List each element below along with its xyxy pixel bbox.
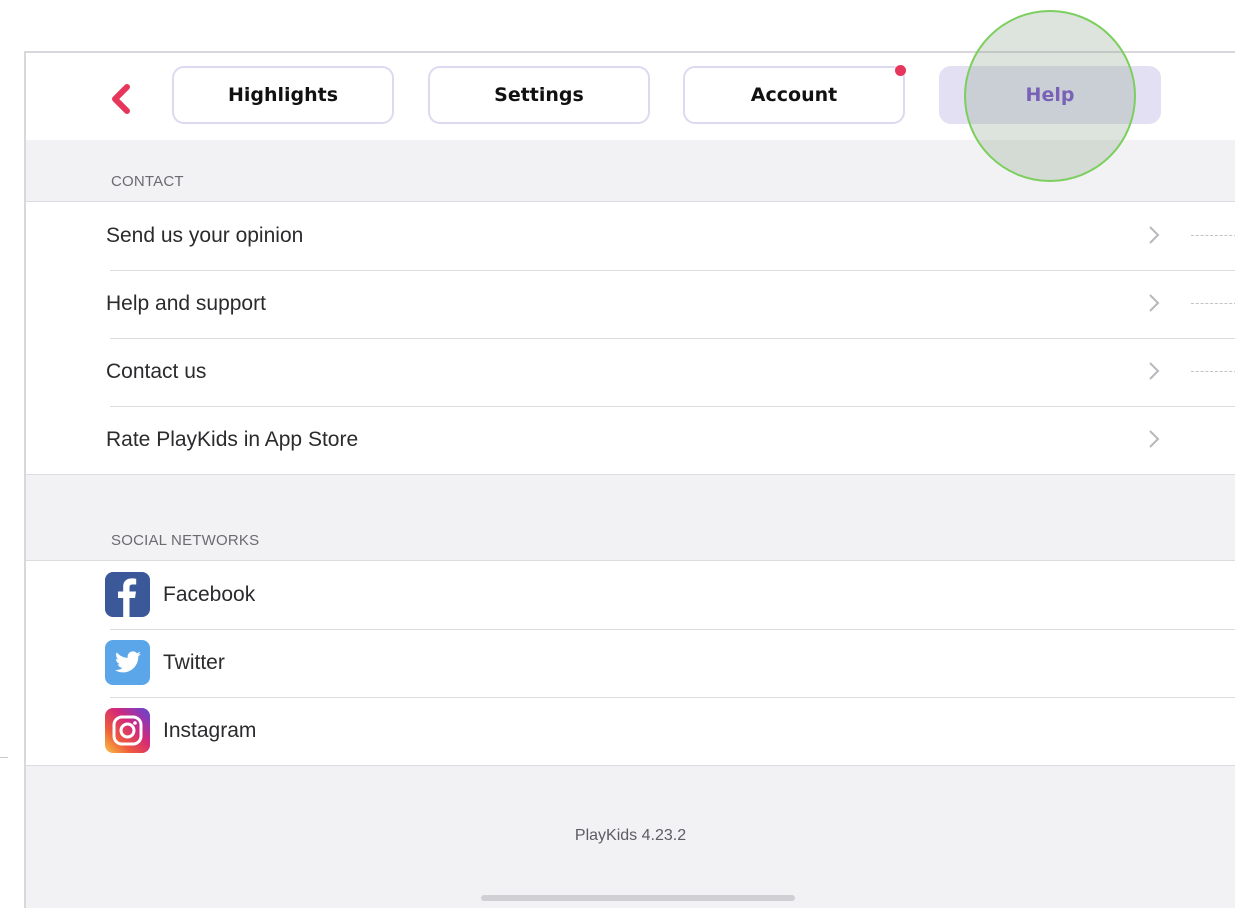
- list-item-rate-app[interactable]: Rate PlayKids in App Store: [26, 406, 1235, 474]
- list-item-contact-us[interactable]: Contact us: [26, 338, 1235, 406]
- notification-dot: [895, 65, 906, 76]
- home-indicator[interactable]: [481, 895, 795, 901]
- app-window: Highlights Settings Account Help CONTACT…: [24, 51, 1235, 908]
- instagram-icon: [105, 708, 150, 753]
- top-navigation-bar: Highlights Settings Account Help: [26, 53, 1235, 140]
- chevron-right-icon: [1149, 226, 1160, 244]
- dashed-line: [1191, 371, 1235, 372]
- dashed-line: [1191, 235, 1235, 236]
- back-button[interactable]: [106, 79, 136, 119]
- list-item-label: Contact us: [106, 360, 207, 383]
- chevron-right-icon: [1149, 362, 1160, 380]
- facebook-icon: [105, 572, 150, 617]
- social-list: Facebook Twitter Instagram: [26, 560, 1235, 766]
- tab-label: Highlights: [227, 84, 339, 106]
- list-item-label: Facebook: [163, 583, 256, 606]
- list-item-label: Help and support: [106, 292, 266, 315]
- list-item-label: Twitter: [163, 651, 225, 674]
- list-item-label: Rate PlayKids in App Store: [106, 428, 359, 451]
- tab-label: Help: [1025, 84, 1075, 106]
- twitter-icon: [105, 640, 150, 685]
- chevron-right-icon: [1149, 294, 1160, 312]
- list-item-facebook[interactable]: Facebook: [26, 561, 1235, 629]
- list-item-twitter[interactable]: Twitter: [26, 629, 1235, 697]
- list-item-help-support[interactable]: Help and support: [26, 270, 1235, 338]
- app-version: PlayKids 4.23.2: [574, 827, 687, 844]
- tab-settings[interactable]: Settings: [428, 66, 650, 124]
- tab-label: Settings: [494, 84, 584, 106]
- chevron-right-icon: [1149, 430, 1160, 448]
- list-item-instagram[interactable]: Instagram: [26, 697, 1235, 765]
- tab-account[interactable]: Account: [683, 65, 906, 124]
- edge-tick: [0, 757, 8, 758]
- tab-highlights[interactable]: Highlights: [172, 66, 394, 124]
- list-item-send-opinion[interactable]: Send us your opinion: [26, 202, 1235, 270]
- contact-list: Send us your opinion Help and support Co…: [26, 201, 1235, 475]
- list-item-label: Instagram: [163, 719, 257, 742]
- section-title-social: SOCIAL NETWORKS: [111, 532, 260, 549]
- section-title-contact: CONTACT: [111, 173, 184, 190]
- tab-label: Account: [750, 84, 838, 106]
- list-item-label: Send us your opinion: [106, 224, 304, 247]
- dashed-line: [1191, 303, 1235, 304]
- tab-help[interactable]: Help: [939, 66, 1161, 124]
- chevron-left-icon: [112, 84, 130, 114]
